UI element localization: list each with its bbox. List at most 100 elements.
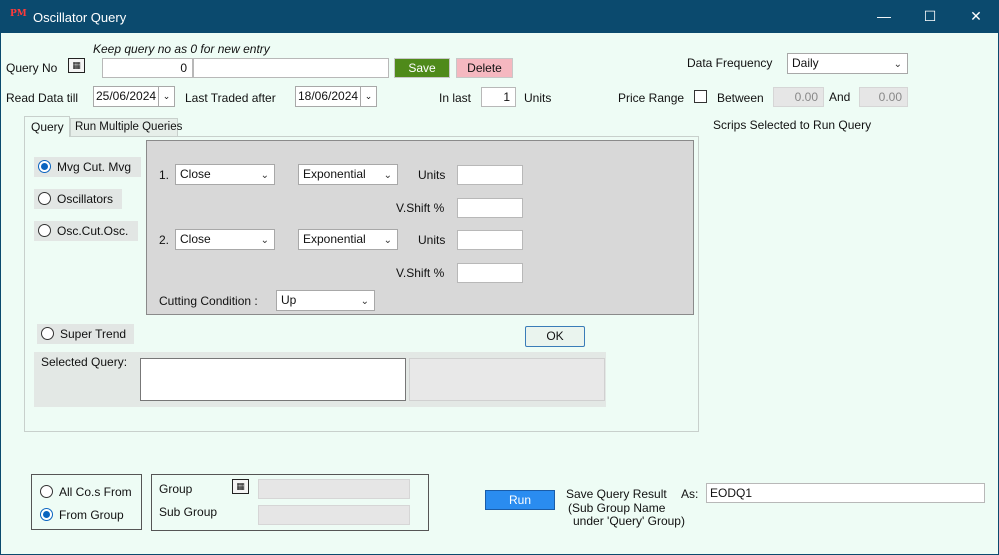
maximize-icon: ☐	[923, 8, 937, 24]
osc-cut-osc-radio[interactable]	[38, 224, 51, 237]
mvg-cut-mvg-option[interactable]: Mvg Cut. Mvg	[34, 157, 141, 177]
minimize-button[interactable]: —	[861, 0, 907, 33]
row1-units-input[interactable]	[457, 165, 523, 185]
scope-radio-group: All Co.s From From Group	[31, 474, 142, 530]
osc-cut-osc-label: Osc.Cut.Osc.	[57, 224, 129, 238]
price-range-label: Price Range	[618, 91, 685, 105]
sub-group-note-line2: under 'Query' Group)	[573, 514, 685, 528]
selected-query-extra-box	[409, 358, 605, 401]
query-no-label: Query No	[6, 61, 58, 75]
group-input[interactable]	[258, 479, 410, 499]
group-selection-box: Group ▦ Sub Group	[151, 474, 429, 531]
row2-number: 2.	[159, 233, 170, 247]
maximize-button[interactable]: ☐	[907, 0, 953, 33]
delete-button[interactable]: Delete	[456, 58, 513, 78]
as-label: As:	[681, 487, 699, 501]
row2-vshift-input[interactable]	[457, 263, 523, 283]
between-label: Between	[717, 91, 764, 105]
app-icon: PM	[10, 9, 27, 19]
chevron-down-icon[interactable]: ⌄	[158, 87, 174, 106]
save-query-result-label: Save Query Result	[566, 487, 667, 501]
all-cos-from-radio[interactable]	[40, 485, 53, 498]
read-data-till-value: 25/06/2024	[96, 89, 157, 103]
minimize-icon: —	[877, 8, 891, 24]
osc-cut-osc-option[interactable]: Osc.Cut.Osc.	[34, 221, 138, 241]
run-button[interactable]: Run	[485, 490, 555, 510]
price-range-checkbox[interactable]	[694, 90, 707, 103]
selected-query-area: Selected Query:	[34, 352, 606, 407]
last-traded-after-label: Last Traded after	[185, 91, 276, 105]
row1-vshift-input[interactable]	[457, 198, 523, 218]
chevron-down-icon: ⌄	[893, 59, 902, 70]
sub-group-label: Sub Group	[159, 505, 218, 519]
row2-type-value: Exponential	[303, 232, 366, 246]
row1-units-label: Units	[418, 168, 446, 182]
super-trend-radio[interactable]	[41, 327, 54, 340]
chevron-down-icon: ⌄	[260, 235, 269, 246]
oscillators-option[interactable]: Oscillators	[34, 189, 122, 209]
read-data-till-label: Read Data till	[6, 91, 79, 105]
title-bar: PM Oscillator Query — ☐ ✕	[0, 0, 999, 33]
data-frequency-select[interactable]: Daily ⌄	[787, 53, 908, 74]
and-input[interactable]: 0.00	[859, 87, 908, 107]
close-button[interactable]: ✕	[953, 0, 999, 33]
all-cos-from-label: All Co.s From	[59, 485, 132, 499]
row2-units-label: Units	[418, 233, 446, 247]
sub-group-note-line1: (Sub Group Name	[568, 501, 666, 515]
chevron-down-icon: ⌄	[260, 170, 269, 181]
mvg-cut-mvg-radio[interactable]	[38, 160, 51, 173]
data-frequency-value: Daily	[792, 56, 819, 70]
super-trend-option[interactable]: Super Trend	[37, 324, 134, 344]
in-last-units-label: Units	[524, 91, 552, 105]
row2-field-select[interactable]: Close ⌄	[175, 229, 275, 250]
row1-field-select[interactable]: Close ⌄	[175, 164, 275, 185]
tab-run-multiple-queries-label: Run Multiple Queries	[75, 121, 183, 133]
row1-type-value: Exponential	[303, 167, 366, 181]
save-button[interactable]: Save	[394, 58, 450, 78]
window-title: Oscillator Query	[33, 10, 127, 25]
super-trend-label: Super Trend	[60, 327, 127, 341]
in-last-input[interactable]: 1	[481, 87, 516, 107]
save-as-input[interactable]: EODQ1	[706, 483, 985, 503]
group-label: Group	[159, 482, 193, 496]
from-group-radio[interactable]	[40, 508, 53, 521]
row2-type-select[interactable]: Exponential ⌄	[298, 229, 398, 250]
sub-group-input[interactable]	[258, 505, 410, 525]
cutting-condition-select[interactable]: Up ⌄	[276, 290, 375, 311]
row2-vshift-label: V.Shift %	[396, 266, 445, 280]
row2-units-input[interactable]	[457, 230, 523, 250]
between-input[interactable]: 0.00	[773, 87, 824, 107]
close-icon: ✕	[970, 8, 982, 24]
tab-query-label: Query	[31, 120, 64, 134]
parameter-panel: 1. Close ⌄ Exponential ⌄ Units V.Shift %…	[146, 140, 694, 315]
last-traded-after-value: 18/06/2024	[298, 89, 359, 103]
row2-field-value: Close	[180, 232, 211, 246]
cutting-condition-value: Up	[281, 293, 297, 307]
selected-query-textbox[interactable]	[140, 358, 406, 401]
chevron-down-icon: ⌄	[383, 235, 392, 246]
row1-vshift-label: V.Shift %	[396, 201, 445, 215]
and-label: And	[829, 90, 851, 104]
data-frequency-label: Data Frequency	[687, 56, 773, 70]
row1-number: 1.	[159, 168, 170, 182]
query-lookup-book-icon[interactable]: ▦	[68, 58, 85, 73]
oscillators-radio[interactable]	[38, 192, 51, 205]
chevron-down-icon[interactable]: ⌄	[360, 87, 376, 106]
tab-run-multiple-queries[interactable]: Run Multiple Queries	[70, 118, 182, 137]
ok-button[interactable]: OK	[525, 326, 585, 347]
query-name-input[interactable]	[193, 58, 389, 78]
read-data-till-date-picker[interactable]: 25/06/2024 ⌄	[93, 86, 175, 107]
tab-query[interactable]: Query	[24, 116, 70, 137]
chevron-down-icon: ⌄	[360, 296, 369, 307]
selected-query-label: Selected Query:	[41, 355, 128, 369]
query-no-input[interactable]: 0	[102, 58, 193, 78]
group-lookup-book-icon[interactable]: ▦	[232, 479, 249, 494]
row1-type-select[interactable]: Exponential ⌄	[298, 164, 398, 185]
last-traded-after-date-picker[interactable]: 18/06/2024 ⌄	[295, 86, 377, 107]
query-hint: Keep query no as 0 for new entry	[93, 42, 270, 56]
row1-field-value: Close	[180, 167, 211, 181]
scrips-selected-label: Scrips Selected to Run Query	[713, 118, 872, 132]
from-group-label: From Group	[59, 508, 124, 522]
cutting-condition-label: Cutting Condition :	[159, 294, 258, 308]
mvg-cut-mvg-label: Mvg Cut. Mvg	[57, 160, 132, 174]
